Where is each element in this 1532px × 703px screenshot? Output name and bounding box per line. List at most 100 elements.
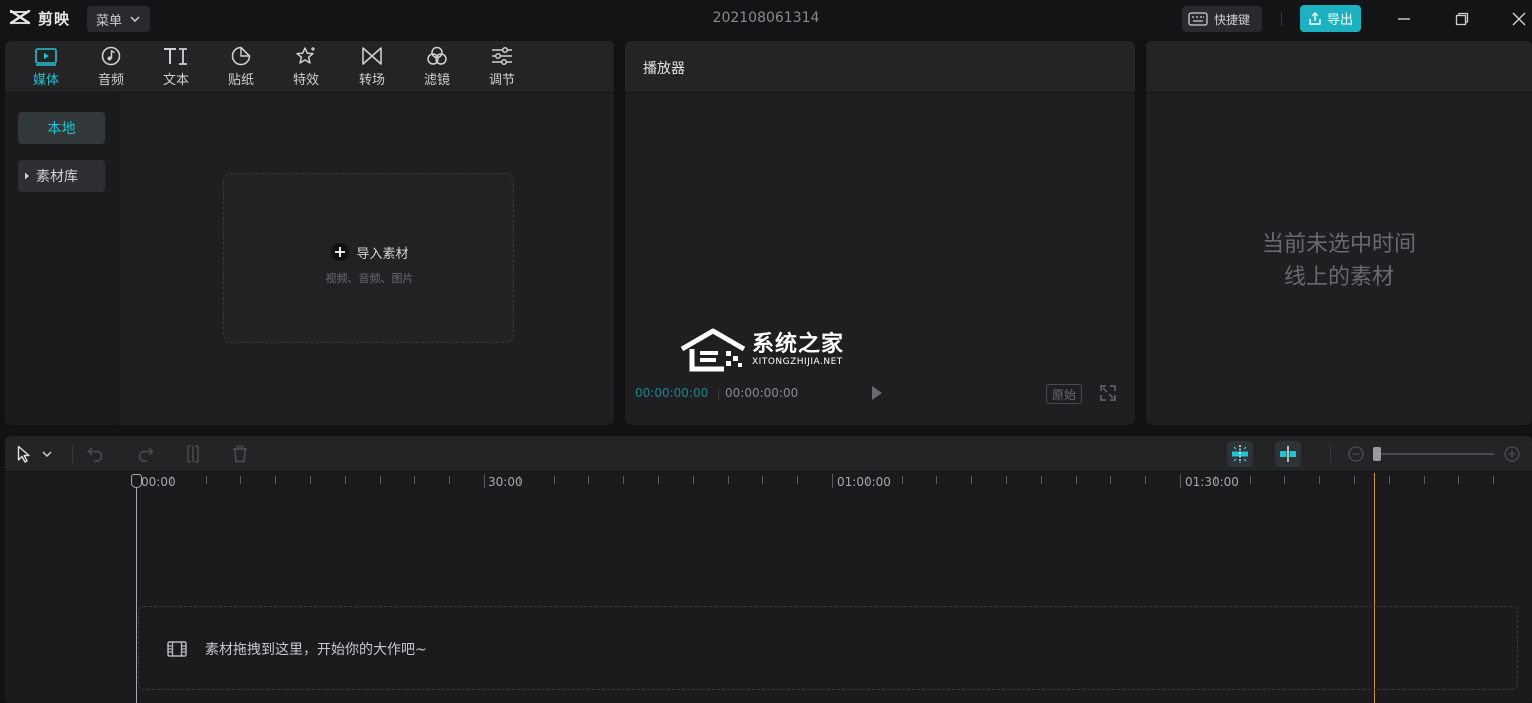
shortcut-label: 快捷键 xyxy=(1214,12,1251,27)
sidebar-item-library-label: 素材库 xyxy=(36,169,78,185)
undo-icon xyxy=(87,446,105,462)
current-timecode: 00:00:00:00 xyxy=(635,386,709,400)
house-logo-icon xyxy=(680,327,746,373)
ruler-tick xyxy=(240,476,241,484)
play-button[interactable] xyxy=(871,385,883,401)
play-icon xyxy=(871,385,883,401)
tab-transition[interactable]: 转场 xyxy=(344,46,400,90)
properties-header xyxy=(1146,41,1532,93)
tab-effects[interactable]: 特效 xyxy=(278,46,334,90)
ruler-tick xyxy=(623,476,624,484)
zoom-in-button[interactable] xyxy=(1503,443,1521,465)
ruler-tick xyxy=(971,476,972,484)
delete-button[interactable] xyxy=(229,443,251,465)
player-header: 播放器 xyxy=(625,41,1135,93)
audio-icon xyxy=(99,46,123,66)
properties-empty-line1: 当前未选中时间 xyxy=(1261,232,1416,257)
auto-snap-button[interactable] xyxy=(1227,441,1253,467)
restore-button[interactable] xyxy=(1451,8,1473,30)
tab-adjust[interactable]: 调节 xyxy=(474,46,530,90)
minimize-button[interactable] xyxy=(1393,8,1415,30)
shortcut-button[interactable]: 快捷键 xyxy=(1182,6,1262,32)
link-button[interactable] xyxy=(1275,441,1301,467)
import-media-button[interactable]: 导入素材 xyxy=(224,242,515,262)
split-icon xyxy=(185,445,201,463)
ruler-tick xyxy=(1006,476,1007,484)
tab-filter-label: 滤镜 xyxy=(423,73,450,88)
select-tool-button[interactable] xyxy=(13,443,35,465)
ruler-tick xyxy=(797,476,798,484)
redo-button[interactable] xyxy=(134,443,156,465)
ruler-tick xyxy=(658,476,659,484)
adjust-icon xyxy=(490,46,514,66)
ruler-tick xyxy=(1180,474,1181,488)
sticker-icon xyxy=(229,46,253,66)
ruler-tick xyxy=(1076,476,1077,484)
ruler-tick xyxy=(1250,476,1251,484)
zoom-slider-track[interactable] xyxy=(1379,453,1494,455)
timeline-panel: 00:00 30:00 01:00:00 01:30:00 素材拖拽到这里，开始… xyxy=(5,436,1532,703)
zoom-out-button[interactable] xyxy=(1347,443,1365,465)
timeline-drop-zone[interactable]: 素材拖拽到这里，开始你的大作吧~ xyxy=(138,606,1518,690)
ruler-label: 00:00 xyxy=(141,475,176,489)
ruler-tick xyxy=(902,476,903,484)
tab-sticker[interactable]: 贴纸 xyxy=(213,46,269,90)
tab-text-label: 文本 xyxy=(162,73,189,88)
properties-panel: 当前未选中时间 线上的素材 xyxy=(1146,41,1532,425)
import-media-label: 导入素材 xyxy=(356,246,409,262)
playhead-line[interactable] xyxy=(136,481,137,703)
fullscreen-button[interactable] xyxy=(1100,385,1116,401)
select-tool-dropdown[interactable] xyxy=(40,443,54,465)
timeline-ruler[interactable]: 00:00 30:00 01:00:00 01:30:00 xyxy=(5,473,1532,491)
tab-audio-label: 音频 xyxy=(97,73,124,88)
tab-media[interactable]: 媒体 xyxy=(18,46,74,90)
ruler-label: 01:30:00 xyxy=(1185,475,1239,489)
trash-icon xyxy=(232,445,248,463)
chevron-down-icon xyxy=(130,16,140,22)
ruler-tick xyxy=(310,476,311,484)
tab-effects-label: 特效 xyxy=(292,73,319,88)
aspect-ratio-button[interactable]: 原始 xyxy=(1046,384,1082,404)
toolbar-divider xyxy=(1330,445,1331,463)
split-button[interactable] xyxy=(182,443,204,465)
watermark-title: 系统之家 xyxy=(752,332,845,357)
import-media-dropzone[interactable]: 导入素材 视频、音频、图片 xyxy=(223,173,514,343)
tab-text[interactable]: 文本 xyxy=(148,46,204,90)
capcut-logo-icon xyxy=(8,7,32,29)
cursor-icon xyxy=(17,445,31,463)
text-icon xyxy=(162,46,190,66)
ruler-tick xyxy=(1319,476,1320,484)
title-bar: 剪映 菜单 202108061314 快捷键 导出 xyxy=(0,0,1532,38)
ruler-tick xyxy=(484,474,485,488)
app-name: 剪映 xyxy=(38,9,71,28)
sidebar-item-library[interactable]: 素材库 xyxy=(18,160,105,192)
close-button[interactable] xyxy=(1508,8,1530,30)
playhead-handle[interactable] xyxy=(131,474,142,488)
chevron-down-icon xyxy=(42,451,52,457)
timecode-divider xyxy=(718,388,719,400)
export-icon xyxy=(1308,11,1322,26)
ruler-tick xyxy=(1041,476,1042,484)
ruler-tick xyxy=(414,476,415,484)
ruler-tick xyxy=(554,476,555,484)
media-tabs: 媒体 音频 文本 贴纸 特效 转场 滤镜 调节 xyxy=(5,41,614,93)
drop-zone-hint: 素材拖拽到这里，开始你的大作吧~ xyxy=(167,639,427,659)
ruler-tick xyxy=(832,474,833,488)
export-button[interactable]: 导出 xyxy=(1300,5,1361,32)
aspect-ratio-label: 原始 xyxy=(1051,387,1076,402)
ruler-tick xyxy=(1145,476,1146,484)
app-logo: 剪映 xyxy=(8,7,70,29)
media-icon xyxy=(34,46,58,66)
tab-audio[interactable]: 音频 xyxy=(83,46,139,90)
properties-empty-message: 当前未选中时间 线上的素材 xyxy=(1146,228,1532,294)
menu-button[interactable]: 菜单 xyxy=(87,6,150,32)
close-icon xyxy=(1512,12,1526,26)
ruler-tick xyxy=(693,476,694,484)
ruler-tick xyxy=(206,476,207,484)
tab-filter[interactable]: 滤镜 xyxy=(409,46,465,90)
zoom-slider-thumb[interactable] xyxy=(1373,447,1381,461)
menu-label: 菜单 xyxy=(96,13,123,29)
undo-button[interactable] xyxy=(85,443,107,465)
sidebar-item-local[interactable]: 本地 xyxy=(18,112,105,144)
ruler-tick xyxy=(762,476,763,484)
